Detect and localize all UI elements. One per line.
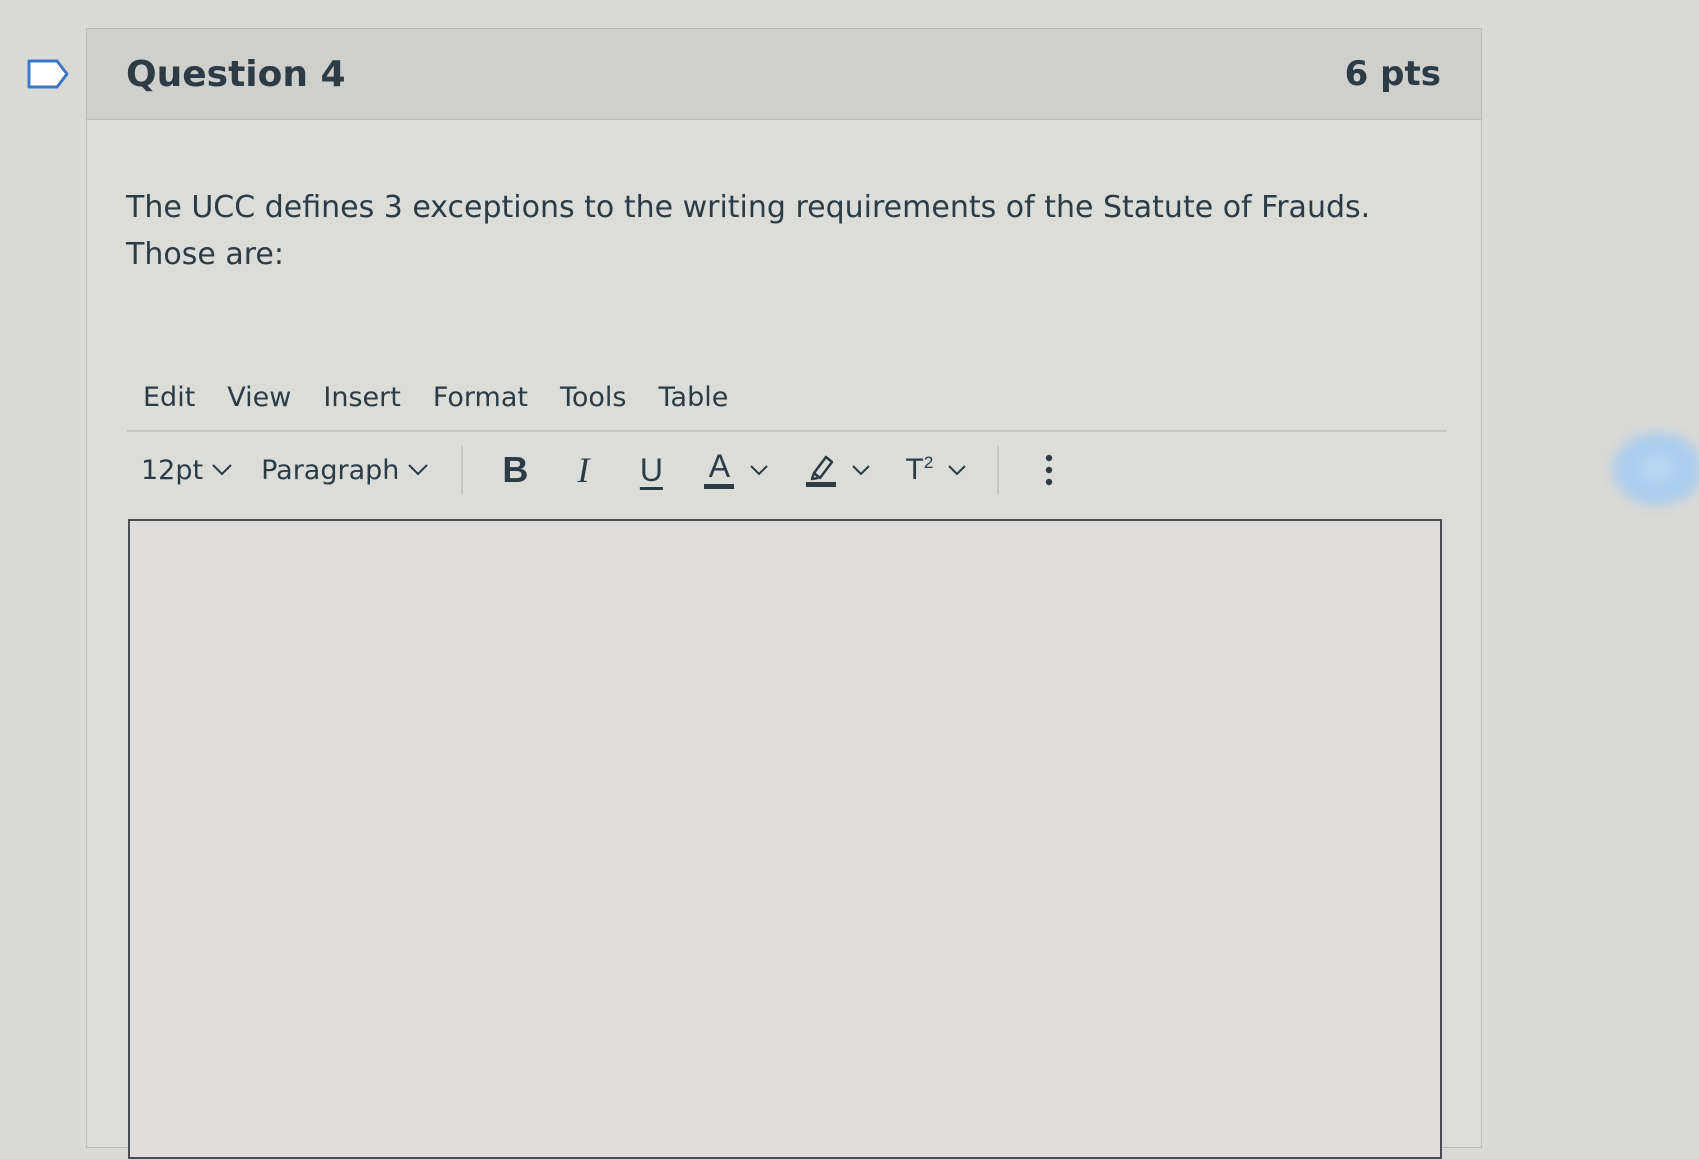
block-format-select[interactable]: Paragraph — [247, 444, 443, 496]
question-header: Question 4 6 pts — [87, 29, 1481, 120]
highlight-color-button[interactable] — [799, 444, 843, 496]
font-size-select[interactable]: 12pt — [127, 444, 247, 496]
editor-toolbar: 12pt Paragraph B I U A T2 — [127, 437, 1447, 503]
menu-table[interactable]: Table — [643, 382, 745, 413]
rich-text-editor-area[interactable] — [128, 519, 1442, 1159]
text-color-bar — [704, 484, 735, 489]
superscript-mark: 2 — [923, 453, 934, 472]
chevron-down-icon — [408, 464, 429, 476]
question-title: Question 4 — [126, 53, 346, 95]
bold-icon: B — [502, 449, 529, 490]
menu-view[interactable]: View — [211, 382, 307, 413]
menu-format[interactable]: Format — [417, 382, 544, 413]
more-options-button[interactable] — [1027, 444, 1071, 496]
menu-tools[interactable]: Tools — [544, 382, 643, 413]
superscript-letter: T — [905, 453, 924, 486]
question-points: 6 pts — [1344, 54, 1441, 94]
chevron-down-icon — [212, 464, 232, 476]
bold-button[interactable]: B — [493, 444, 537, 496]
chevron-down-icon[interactable] — [947, 464, 967, 476]
flag-question-icon[interactable] — [26, 58, 70, 90]
question-text: The UCC defines 3 exceptions to the writ… — [126, 190, 1371, 272]
font-size-value: 12pt — [141, 454, 204, 486]
text-color-letter: A — [708, 448, 731, 484]
menu-insert[interactable]: Insert — [307, 382, 416, 413]
toolbar-divider — [461, 446, 464, 494]
toolbar-divider — [997, 446, 1000, 494]
text-color-icon: A — [704, 448, 735, 489]
editor-menubar: Edit View Insert Format Tools Table — [127, 364, 1447, 432]
question-card: Question 4 6 pts The UCC defines 3 excep… — [86, 28, 1482, 1159]
text-color-button[interactable]: A — [697, 444, 741, 496]
chevron-down-icon[interactable] — [749, 464, 769, 476]
superscript-button[interactable]: T2 — [897, 444, 941, 496]
highlight-color-icon — [806, 455, 837, 487]
screen-glare — [1610, 430, 1699, 508]
menu-edit[interactable]: Edit — [127, 382, 211, 413]
italic-icon: I — [577, 450, 590, 490]
more-vertical-icon — [1046, 454, 1053, 486]
chevron-down-icon[interactable] — [851, 464, 871, 476]
superscript-icon: T2 — [905, 453, 933, 487]
italic-button[interactable]: I — [561, 444, 605, 496]
underline-icon: U — [639, 451, 663, 488]
underline-button[interactable]: U — [629, 444, 673, 496]
block-format-value: Paragraph — [261, 454, 400, 486]
